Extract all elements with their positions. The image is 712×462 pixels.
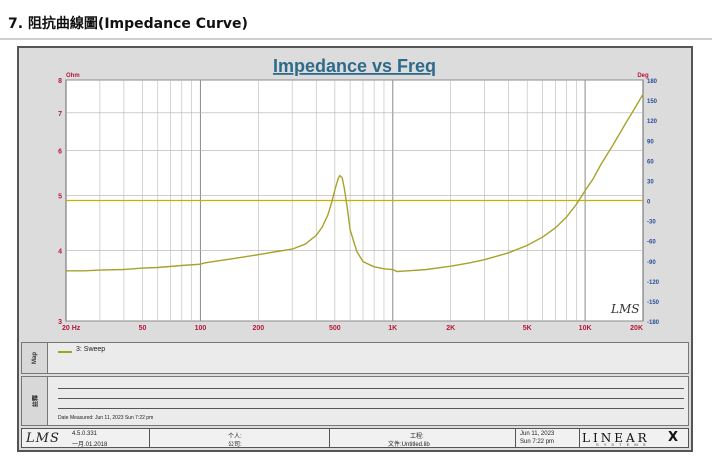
x-tick-label: 100 — [195, 325, 207, 332]
notes-tab: 註釋 — [22, 377, 48, 425]
legend-tab: Map — [22, 343, 48, 373]
linearx-logo: LINEAR X S Y S T E M S — [582, 430, 682, 447]
y-left-unit-label: Ohm — [66, 73, 80, 79]
y-right-tick-label: 60 — [647, 159, 654, 165]
linearx-x: X — [668, 430, 679, 445]
y-right-tick-label: 0 — [647, 200, 651, 206]
x-tick-label: 10K — [579, 325, 592, 332]
lms-logo: LMS — [26, 431, 60, 446]
y-right-tick-label: -60 — [647, 240, 656, 246]
company-label: 公司: — [228, 442, 242, 448]
x-tick-label: 2K — [446, 325, 455, 332]
y-left-tick-label: 7 — [58, 111, 62, 118]
chart-title: Impedance vs Freq — [273, 56, 436, 76]
footer-person-cell: 个人: 公司: — [150, 429, 330, 448]
y-right-unit-label: Deg — [637, 73, 649, 79]
legend-tab-label: Map — [31, 352, 38, 364]
y-right-tick-label: -90 — [647, 260, 656, 266]
y-right-tick-label: 120 — [647, 119, 658, 125]
date-measured: Date Measured: Jun 11, 2023 Sun 7:22 pm — [58, 415, 154, 421]
linearx-subtitle: S Y S T E M S — [596, 442, 648, 447]
legend-swatch — [58, 351, 72, 353]
note-line — [58, 408, 684, 409]
y-right-tick-label: -180 — [647, 320, 660, 326]
y-right-tick-label: 30 — [647, 179, 654, 185]
report-footer: LMS 4.5.0.331 一月.01.2018 个人: 公司: 工程: 文件:… — [21, 428, 689, 448]
y-right-tick-label: -150 — [647, 300, 660, 306]
y-left-tick-label: 8 — [58, 78, 62, 85]
note-line — [58, 398, 684, 399]
x-tick-label: 50 — [139, 325, 147, 332]
x-tick-label: 20K — [630, 325, 643, 332]
y-left-tick-label: 5 — [58, 193, 62, 200]
footer-date: Jun 11, 2023 — [520, 431, 555, 437]
footer-project-cell: 工程: 文件:Untitled.lib — [330, 429, 516, 448]
legend-panel: Map 3: Sweep — [21, 342, 689, 374]
build-date-text: 一月.01.2018 — [72, 442, 108, 448]
x-tick-label: 200 — [252, 325, 264, 332]
y-right-tick-label: 90 — [647, 139, 654, 145]
note-line — [58, 388, 684, 389]
heading-divider — [0, 38, 712, 40]
y-left-tick-label: 6 — [58, 149, 62, 156]
footer-version-cell: LMS 4.5.0.331 一月.01.2018 — [22, 429, 150, 448]
lms-report-frame: 20 Hz 50 100 200 500 1K 2K 5K 10K 20K 3 4 5 6 7 8 180 150… — [17, 46, 693, 452]
x-tick-label: 1K — [388, 325, 397, 332]
y-right-tick-label: -120 — [647, 280, 660, 286]
notes-tab-label: 註釋 — [33, 394, 39, 408]
x-tick-label: 5K — [523, 325, 532, 332]
footer-date-cell: Jun 11, 2023 Sun 7:22 pm — [516, 429, 580, 447]
lms-watermark: LMS — [610, 302, 639, 316]
y-left-tick-label: 4 — [58, 248, 62, 255]
y-right-tick-label: 180 — [647, 79, 658, 85]
notes-panel: 註釋 Date Measured: Jun 11, 2023 Sun 7:22 … — [21, 376, 689, 426]
section-heading: 7. 阻抗曲線圖(Impedance Curve) — [8, 16, 248, 32]
footer-time: Sun 7:22 pm — [520, 439, 555, 445]
x-tick-label: 20 Hz — [62, 325, 81, 332]
x-tick-label: 500 — [329, 325, 341, 332]
version-text: 4.5.0.331 — [72, 431, 98, 437]
y-right-tick-label: 150 — [647, 99, 658, 105]
y-left-tick-label: 3 — [58, 319, 62, 326]
impedance-chart: 20 Hz 50 100 200 500 1K 2K 5K 10K 20K 3 4 5 6 7 8 180 150… — [58, 56, 660, 332]
file-label: 文件:Untitled.lib — [388, 442, 430, 448]
legend-entry: 3: Sweep — [76, 346, 106, 353]
y-right-tick-label: -30 — [647, 220, 656, 226]
